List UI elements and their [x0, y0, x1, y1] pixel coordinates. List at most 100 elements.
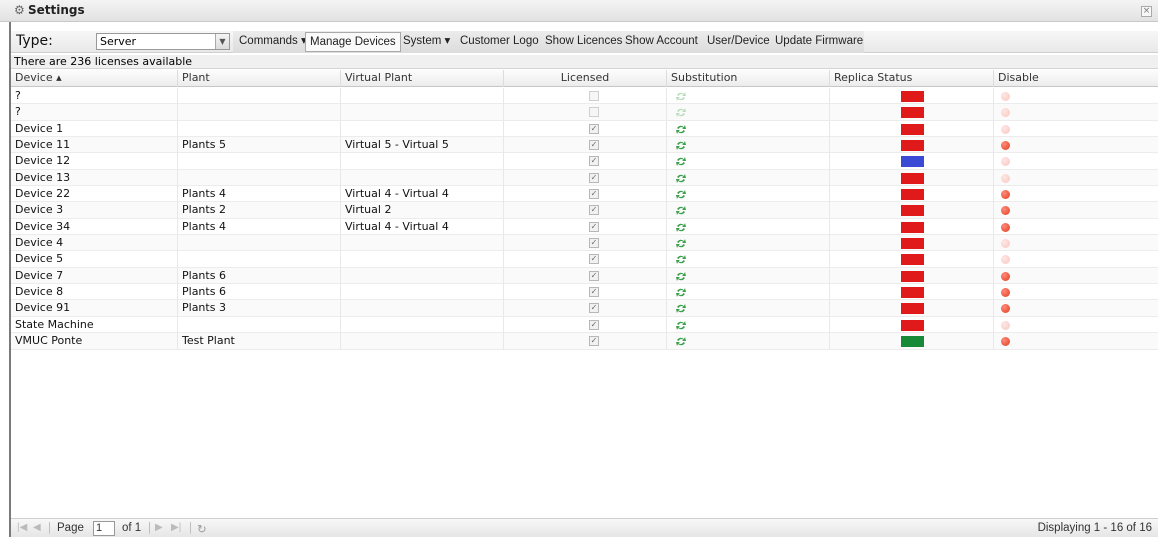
show-account-button[interactable]: Show Account	[621, 31, 702, 53]
recycle-arrows-icon[interactable]	[675, 107, 687, 118]
column-header-disable[interactable]: Disable	[994, 70, 1158, 87]
paging-toolbar: |◀ ◀ | Page 1 of 1 | ▶ ▶| | ↻ Displaying…	[11, 518, 1158, 537]
cell-plant	[178, 251, 341, 268]
table-row[interactable]: ?✓	[11, 104, 1158, 121]
red-dot-icon[interactable]	[1001, 108, 1010, 118]
red-dot-icon[interactable]	[1001, 255, 1010, 265]
cell-virtual-plant	[341, 235, 504, 252]
manage-devices-button[interactable]: Manage Devices	[305, 32, 401, 52]
table-row[interactable]: Device 91 Plants 3 ✓	[11, 300, 1158, 317]
table-row[interactable]: Device 5 ✓	[11, 251, 1158, 268]
column-header-substitution[interactable]: Substitution	[667, 70, 830, 87]
licensed-checkbox[interactable]: ✓	[589, 254, 599, 265]
licensed-checkbox[interactable]: ✓	[589, 107, 599, 118]
licensed-checkbox[interactable]: ✓	[589, 172, 599, 183]
licensed-checkbox[interactable]: ✓	[589, 123, 599, 134]
table-row[interactable]: Device 11 Plants 5 Virtual 5 - Virtual 5 ✓	[11, 137, 1158, 154]
recycle-arrows-icon[interactable]	[675, 320, 687, 331]
table-row[interactable]: Device 12 ✓	[11, 153, 1158, 170]
system-menu-button[interactable]: System ▾	[399, 31, 454, 53]
recycle-arrows-icon[interactable]	[675, 124, 687, 135]
table-row[interactable]: Device 7 Plants 6 ✓	[11, 267, 1158, 285]
licensed-checkbox[interactable]: ✓	[589, 156, 599, 167]
table-row[interactable]: VMUC Ponte Test Plant ✓	[11, 333, 1158, 350]
red-dot-icon[interactable]	[1001, 92, 1010, 101]
licensed-checkbox[interactable]: ✓	[589, 91, 599, 101]
recycle-arrows-icon[interactable]	[675, 156, 687, 167]
customer-logo-button[interactable]: Customer Logo	[456, 31, 543, 53]
licensed-checkbox[interactable]: ✓	[589, 189, 599, 200]
red-dot-icon[interactable]	[1001, 124, 1010, 134]
show-licences-button[interactable]: Show Licences	[541, 31, 626, 53]
table-row[interactable]: Device 4 ✓	[11, 235, 1158, 252]
licensed-checkbox[interactable]: ✓	[589, 319, 599, 330]
red-dot-icon[interactable]	[1001, 157, 1010, 167]
red-dot-icon[interactable]	[1001, 190, 1010, 200]
replica-status-indicator	[901, 254, 924, 266]
recycle-arrows-icon[interactable]	[675, 189, 687, 200]
recycle-arrows-icon[interactable]	[675, 336, 687, 347]
page-number-input[interactable]: 1	[93, 521, 115, 536]
red-dot-icon[interactable]	[1001, 239, 1010, 249]
recycle-arrows-icon[interactable]	[675, 205, 687, 216]
red-dot-icon[interactable]	[1001, 304, 1010, 314]
table-row[interactable]: ?✓	[11, 88, 1158, 105]
chevron-down-icon[interactable]: ▼	[215, 34, 229, 49]
table-row[interactable]: Device 34 Plants 4 Virtual 4 - Virtual 4 ✓	[11, 218, 1158, 236]
licensed-checkbox[interactable]: ✓	[589, 140, 599, 151]
next-page-icon[interactable]: ▶	[155, 522, 163, 533]
cell-separator	[667, 218, 830, 235]
replica-status-indicator	[901, 319, 924, 331]
licensed-checkbox[interactable]: ✓	[589, 287, 599, 298]
recycle-arrows-icon[interactable]	[675, 303, 687, 314]
column-header-plant[interactable]: Plant	[178, 70, 341, 87]
type-select[interactable]: Server ▼	[96, 33, 230, 50]
red-dot-icon[interactable]	[1001, 337, 1010, 347]
recycle-arrows-icon[interactable]	[675, 140, 687, 151]
licensed-checkbox[interactable]: ✓	[589, 303, 599, 314]
pager-separator: |	[189, 522, 192, 534]
close-icon[interactable]: ×	[1141, 6, 1152, 17]
red-dot-icon[interactable]	[1001, 173, 1010, 183]
licensed-checkbox[interactable]: ✓	[589, 205, 599, 216]
recycle-arrows-icon[interactable]	[675, 287, 687, 298]
red-dot-icon[interactable]	[1001, 206, 1010, 216]
prev-page-icon[interactable]: ◀	[33, 522, 41, 533]
update-firmware-button[interactable]: Update Firmware	[771, 31, 867, 53]
table-row[interactable]: Device 22 Plants 4 Virtual 4 - Virtual 4 ✓	[11, 186, 1158, 203]
table-row[interactable]: Device 13 ✓	[11, 169, 1158, 187]
commands-menu-button[interactable]: Commands ▾	[235, 31, 311, 53]
table-row[interactable]: State Machine ✓	[11, 316, 1158, 334]
licensed-checkbox[interactable]: ✓	[589, 221, 599, 232]
cell-separator	[667, 267, 830, 284]
licensed-checkbox[interactable]: ✓	[589, 238, 599, 249]
cell-plant: Plants 5	[178, 137, 341, 154]
table-row[interactable]: Device 8 Plants 6 ✓	[11, 284, 1158, 301]
column-header-virtual-plant[interactable]: Virtual Plant	[341, 70, 504, 87]
red-dot-icon[interactable]	[1001, 222, 1010, 232]
column-header-device[interactable]: Device ▴	[11, 70, 178, 87]
recycle-arrows-icon[interactable]	[675, 222, 687, 233]
refresh-icon[interactable]: ↻	[197, 522, 207, 536]
red-dot-icon[interactable]	[1001, 320, 1010, 330]
recycle-arrows-icon[interactable]	[675, 271, 687, 282]
recycle-arrows-icon[interactable]	[675, 91, 687, 102]
red-dot-icon[interactable]	[1001, 141, 1010, 151]
cell-separator	[504, 300, 667, 317]
table-row[interactable]: Device 1 ✓	[11, 120, 1158, 138]
recycle-arrows-icon[interactable]	[675, 254, 687, 265]
column-header-licensed[interactable]: Licensed	[504, 70, 667, 87]
recycle-arrows-icon[interactable]	[675, 238, 687, 249]
cell-virtual-plant	[341, 120, 504, 137]
table-row[interactable]: Device 3 Plants 2 Virtual 2 ✓	[11, 202, 1158, 219]
user-device-button[interactable]: User/Device	[703, 31, 774, 53]
cell-separator	[667, 137, 830, 154]
recycle-arrows-icon[interactable]	[675, 173, 687, 184]
first-page-icon[interactable]: |◀	[17, 522, 27, 533]
red-dot-icon[interactable]	[1001, 271, 1010, 281]
column-header-replica-status[interactable]: Replica Status	[830, 70, 994, 87]
red-dot-icon[interactable]	[1001, 288, 1010, 298]
licensed-checkbox[interactable]: ✓	[589, 270, 599, 281]
licensed-checkbox[interactable]: ✓	[589, 336, 599, 347]
last-page-icon[interactable]: ▶|	[171, 522, 181, 533]
